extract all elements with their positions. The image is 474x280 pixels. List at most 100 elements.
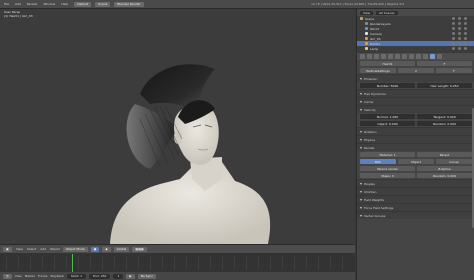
panel-header[interactable]: Vertex Groups — [357, 211, 474, 219]
tab-render-layers[interactable] — [367, 54, 372, 59]
object-menu[interactable]: Object — [50, 247, 60, 251]
eye-icon[interactable] — [452, 47, 455, 50]
timeline-marker-menu[interactable]: Marker — [25, 274, 35, 278]
panel-header[interactable]: Field Weights — [357, 195, 474, 203]
menu-window[interactable]: Window — [44, 2, 56, 6]
visibility-toggles[interactable] — [452, 17, 467, 20]
panel-header[interactable]: Cache — [357, 97, 474, 105]
timeline-playback-menu[interactable]: Playback — [50, 274, 63, 278]
panel-header[interactable]: Hair Dynamics — [357, 89, 474, 97]
eye-icon[interactable] — [452, 42, 455, 45]
add-menu[interactable]: Add — [40, 247, 46, 251]
tab-render[interactable] — [360, 54, 365, 59]
tab-modifiers[interactable] — [402, 54, 407, 59]
editor-type-button[interactable]: ▣ — [3, 246, 12, 252]
visibility-toggles[interactable] — [452, 42, 467, 45]
timeline-playhead[interactable] — [72, 254, 73, 274]
tab-constraints[interactable] — [395, 54, 400, 59]
camera-icon[interactable] — [464, 22, 467, 25]
panel-header[interactable]: Display — [357, 179, 474, 187]
tab-texture[interactable] — [423, 54, 428, 59]
panel-header[interactable]: Rotation — [357, 127, 474, 135]
disclosure-triangle-icon[interactable] — [360, 77, 362, 80]
menu-add[interactable]: Add — [15, 2, 21, 6]
disclosure-triangle-icon[interactable] — [360, 130, 362, 133]
select-menu[interactable]: Select — [27, 247, 36, 251]
transform-orientation[interactable]: Global — [113, 246, 130, 252]
eye-icon[interactable] — [452, 32, 455, 35]
disclosure-triangle-icon[interactable] — [360, 190, 362, 193]
panel-header[interactable]: Children — [357, 187, 474, 195]
current-frame-field[interactable]: 1 — [113, 273, 124, 279]
tab-physics[interactable] — [437, 54, 442, 59]
property-field[interactable]: Object — [398, 159, 434, 164]
property-field[interactable]: Group — [436, 159, 472, 164]
eye-icon[interactable] — [452, 37, 455, 40]
tab-world[interactable] — [381, 54, 386, 59]
disclosure-triangle-icon[interactable] — [360, 198, 362, 201]
property-field[interactable]: Object: 0.000 — [360, 121, 415, 126]
render-engine-selector[interactable]: Blender Render — [114, 1, 144, 7]
disclosure-triangle-icon[interactable] — [360, 146, 362, 149]
camera-icon[interactable] — [464, 17, 467, 20]
menu-file[interactable]: File — [4, 2, 9, 6]
property-field[interactable]: 2 — [398, 68, 434, 73]
menu-help[interactable]: Help — [61, 2, 68, 6]
pointer-icon[interactable] — [458, 17, 461, 20]
property-field[interactable]: Number: 5000 — [360, 83, 415, 88]
view-menu[interactable]: View — [16, 247, 23, 251]
camera-icon[interactable] — [464, 27, 467, 30]
tab-particles[interactable] — [430, 54, 435, 59]
property-field[interactable]: ParticleSettings — [360, 68, 396, 73]
timeline-ruler[interactable] — [6, 256, 351, 270]
disclosure-triangle-icon[interactable] — [360, 100, 362, 103]
outliner-item[interactable]: Lamp — [357, 46, 474, 51]
disclosure-triangle-icon[interactable] — [360, 182, 362, 185]
camera-icon[interactable] — [464, 47, 467, 50]
tab-object[interactable] — [388, 54, 393, 59]
menu-render[interactable]: Render — [27, 2, 38, 6]
disclosure-triangle-icon[interactable] — [360, 138, 362, 141]
start-frame-field[interactable]: Start: 1 — [66, 273, 87, 279]
camera-icon[interactable] — [464, 32, 467, 35]
property-field[interactable]: Steps: 3 — [360, 173, 415, 178]
tab-data[interactable] — [409, 54, 414, 59]
eye-icon[interactable] — [452, 22, 455, 25]
property-field[interactable]: F — [417, 61, 472, 66]
pointer-icon[interactable] — [458, 27, 461, 30]
pointer-icon[interactable] — [458, 32, 461, 35]
panel-header[interactable]: Force Field Settings — [357, 203, 474, 211]
visibility-toggles[interactable] — [452, 47, 467, 50]
outliner-view-menu[interactable]: View — [360, 10, 374, 15]
visibility-toggles[interactable] — [452, 27, 467, 30]
timeline-frame-menu[interactable]: Frame — [38, 274, 47, 278]
play-button[interactable]: ▶ — [126, 273, 135, 279]
tab-scene[interactable] — [374, 54, 379, 59]
disclosure-triangle-icon[interactable] — [360, 92, 362, 95]
camera-icon[interactable] — [464, 37, 467, 40]
property-field[interactable]: Random: 0.000 — [417, 121, 472, 126]
panel-header[interactable]: Physics — [357, 135, 474, 143]
sync-selector[interactable]: No Sync — [137, 273, 156, 279]
mode-selector[interactable]: Object Mode — [62, 246, 88, 252]
tab-material[interactable] — [416, 54, 421, 59]
visibility-toggles[interactable] — [452, 32, 467, 35]
end-frame-field[interactable]: End: 250 — [89, 273, 111, 279]
property-field[interactable]: Material: 1 — [360, 152, 415, 157]
3d-viewport[interactable]: User Persp (1) Hair01 | Girl_03 — [0, 9, 355, 244]
pivot-selector[interactable]: ◆ — [102, 246, 111, 252]
outliner-display-mode[interactable]: All Scenes — [376, 10, 398, 15]
visibility-toggles[interactable] — [452, 37, 467, 40]
layout-selector[interactable]: Default — [74, 1, 92, 7]
timeline-editor-type[interactable]: ◔ — [3, 273, 12, 279]
property-field[interactable]: Normal: 1.000 — [360, 114, 415, 119]
property-field[interactable]: Parent — [417, 152, 472, 157]
disclosure-triangle-icon[interactable] — [360, 206, 362, 209]
panel-header[interactable]: Render — [357, 143, 474, 151]
eye-icon[interactable] — [452, 17, 455, 20]
pointer-icon[interactable] — [458, 22, 461, 25]
property-field[interactable]: Tangent: 0.000 — [417, 114, 472, 119]
camera-icon[interactable] — [464, 42, 467, 45]
panel-header[interactable]: Emission — [357, 74, 474, 82]
shading-solid-button[interactable]: ● — [90, 246, 100, 252]
